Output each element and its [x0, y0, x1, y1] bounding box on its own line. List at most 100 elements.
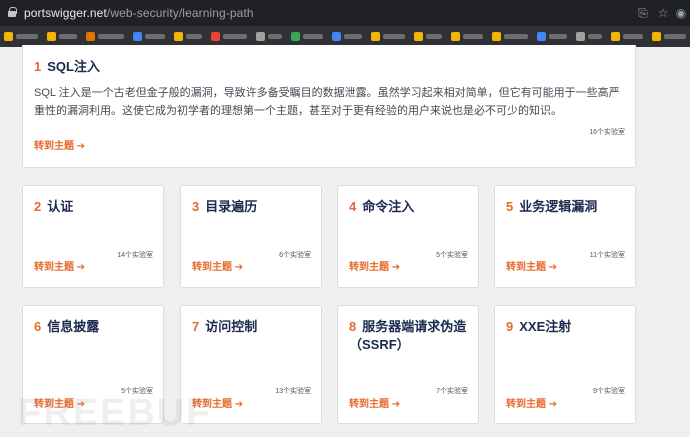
- topic-name: 命令注入: [362, 199, 415, 214]
- star-icon[interactable]: ☆: [656, 6, 670, 20]
- bookmark-label-blurred: [383, 34, 405, 39]
- bookmark-favicon-icon: [371, 32, 380, 41]
- address-bar[interactable]: portswigger.net/web-security/learning-pa…: [0, 0, 690, 26]
- topic-title[interactable]: 4 命令注入: [349, 198, 477, 216]
- go-to-topic-link[interactable]: 转到主题 ➔: [349, 258, 400, 273]
- bookmark-item[interactable]: [576, 32, 602, 41]
- topic-number: 7: [192, 319, 200, 334]
- topic-number: 6: [34, 319, 42, 334]
- bookmark-favicon-icon: [47, 32, 56, 41]
- topic-card-sql-injection: 1 SQL注入 SQL 注入是一个古老但金子般的漏洞，导致许多备受瞩目的数据泄露。…: [22, 45, 636, 168]
- go-to-topic-link[interactable]: 转到主题 ➔: [506, 395, 557, 410]
- bookmark-item[interactable]: [47, 32, 77, 41]
- topic-card-authentication: 2 认证 14个实验室 转到主题 ➔: [22, 185, 164, 288]
- bookmark-favicon-icon: [256, 32, 265, 41]
- bookmark-label-blurred: [98, 34, 124, 39]
- bookmark-item[interactable]: [611, 32, 643, 41]
- go-to-topic-link[interactable]: 转到主题 ➔: [506, 258, 557, 273]
- bookmark-label-blurred: [145, 34, 165, 39]
- lab-count: 7个实验室: [436, 388, 468, 395]
- topic-number: 5: [506, 199, 514, 214]
- topic-name: 目录遍历: [205, 199, 258, 214]
- topic-title[interactable]: 7 访问控制: [192, 318, 320, 336]
- topic-title[interactable]: 6 信息披露: [34, 318, 162, 336]
- topic-title[interactable]: 2 认证: [34, 198, 162, 216]
- bookmark-favicon-icon: [451, 32, 460, 41]
- extension-icon[interactable]: ◉: [674, 6, 688, 20]
- bookmark-label-blurred: [623, 34, 643, 39]
- bookmark-item[interactable]: [291, 32, 323, 41]
- url-path: /web-security/learning-path: [106, 6, 254, 20]
- learning-path-page: 1 SQL注入 SQL 注入是一个古老但金子般的漏洞，导致许多备受瞩目的数据泄露。…: [0, 45, 690, 437]
- url-text[interactable]: portswigger.net/web-security/learning-pa…: [24, 6, 254, 20]
- topic-name: SQL注入: [47, 59, 100, 74]
- topic-number: 8: [349, 319, 357, 334]
- bookmark-item[interactable]: [211, 32, 247, 41]
- lab-count: 13个实验室: [275, 388, 311, 395]
- bookmark-label-blurred: [186, 34, 202, 39]
- bookmark-label-blurred: [59, 34, 77, 39]
- topic-title[interactable]: 8 服务器端请求伪造（SSRF）: [349, 318, 477, 354]
- topic-card-business-logic: 5 业务逻辑漏洞 11个实验室 转到主题 ➔: [494, 185, 636, 288]
- bookmark-label-blurred: [504, 34, 528, 39]
- bookmark-label-blurred: [268, 34, 282, 39]
- topic-card-directory-traversal: 3 目录遍历 6个实验室 转到主题 ➔: [180, 185, 322, 288]
- bookmark-label-blurred: [664, 34, 686, 39]
- lab-count: 5个实验室: [436, 252, 468, 259]
- topic-number: 2: [34, 199, 42, 214]
- bookmark-favicon-icon: [86, 32, 95, 41]
- topic-number: 1: [34, 59, 42, 74]
- topic-card-xxe: 9 XXE注射 9个实验室 转到主题 ➔: [494, 305, 636, 424]
- lab-count: 11个实验室: [589, 252, 625, 259]
- bookmark-favicon-icon: [414, 32, 423, 41]
- go-to-topic-link[interactable]: 转到主题 ➔: [349, 395, 400, 410]
- topic-name: XXE注射: [519, 319, 572, 334]
- bookmark-item[interactable]: [174, 32, 202, 41]
- lock-icon[interactable]: [8, 7, 17, 17]
- topic-name: 访问控制: [205, 319, 258, 334]
- bookmark-item[interactable]: [4, 32, 38, 41]
- bookmark-favicon-icon: [4, 32, 13, 41]
- bookmark-item[interactable]: [492, 32, 528, 41]
- bookmark-item[interactable]: [86, 32, 124, 41]
- bookmark-favicon-icon: [492, 32, 501, 41]
- bookmark-item[interactable]: [451, 32, 483, 41]
- translate-icon[interactable]: ⎘: [636, 6, 650, 20]
- bookmark-label-blurred: [303, 34, 323, 39]
- topic-title[interactable]: 9 XXE注射: [506, 318, 634, 336]
- go-to-topic-link[interactable]: 转到主题 ➔: [192, 258, 243, 273]
- go-to-topic-link[interactable]: 转到主题 ➔: [34, 137, 85, 152]
- topic-name: 信息披露: [47, 319, 100, 334]
- bookmark-item[interactable]: [414, 32, 442, 41]
- topic-number: 4: [349, 199, 357, 214]
- lab-count: 6个实验室: [279, 252, 311, 259]
- bookmark-favicon-icon: [576, 32, 585, 41]
- bookmark-item[interactable]: [256, 32, 282, 41]
- bookmark-item[interactable]: [537, 32, 567, 41]
- topic-title[interactable]: 3 目录遍历: [192, 198, 320, 216]
- topic-title[interactable]: 5 业务逻辑漏洞: [506, 198, 634, 216]
- topic-card-command-injection: 4 命令注入 5个实验室 转到主题 ➔: [337, 185, 479, 288]
- bookmark-item[interactable]: [332, 32, 362, 41]
- bookmark-item[interactable]: [652, 32, 686, 41]
- bookmark-favicon-icon: [133, 32, 142, 41]
- bookmark-label-blurred: [426, 34, 442, 39]
- bookmark-label-blurred: [549, 34, 567, 39]
- go-to-topic-link[interactable]: 转到主题 ➔: [34, 258, 85, 273]
- topic-name: 业务逻辑漏洞: [519, 199, 598, 214]
- topic-number: 3: [192, 199, 200, 214]
- lab-count: 16个实验室: [589, 129, 625, 136]
- topic-number: 9: [506, 319, 514, 334]
- bookmark-favicon-icon: [332, 32, 341, 41]
- topic-title[interactable]: 1 SQL注入: [34, 56, 100, 75]
- bookmark-item[interactable]: [133, 32, 165, 41]
- bookmark-favicon-icon: [211, 32, 220, 41]
- lab-count: 9个实验室: [593, 388, 625, 395]
- bookmark-favicon-icon: [537, 32, 546, 41]
- bookmark-label-blurred: [16, 34, 38, 39]
- bookmark-item[interactable]: [371, 32, 405, 41]
- bookmarks-bar: [0, 26, 690, 47]
- topic-name: 认证: [47, 199, 74, 214]
- bookmark-favicon-icon: [174, 32, 183, 41]
- bookmark-favicon-icon: [611, 32, 620, 41]
